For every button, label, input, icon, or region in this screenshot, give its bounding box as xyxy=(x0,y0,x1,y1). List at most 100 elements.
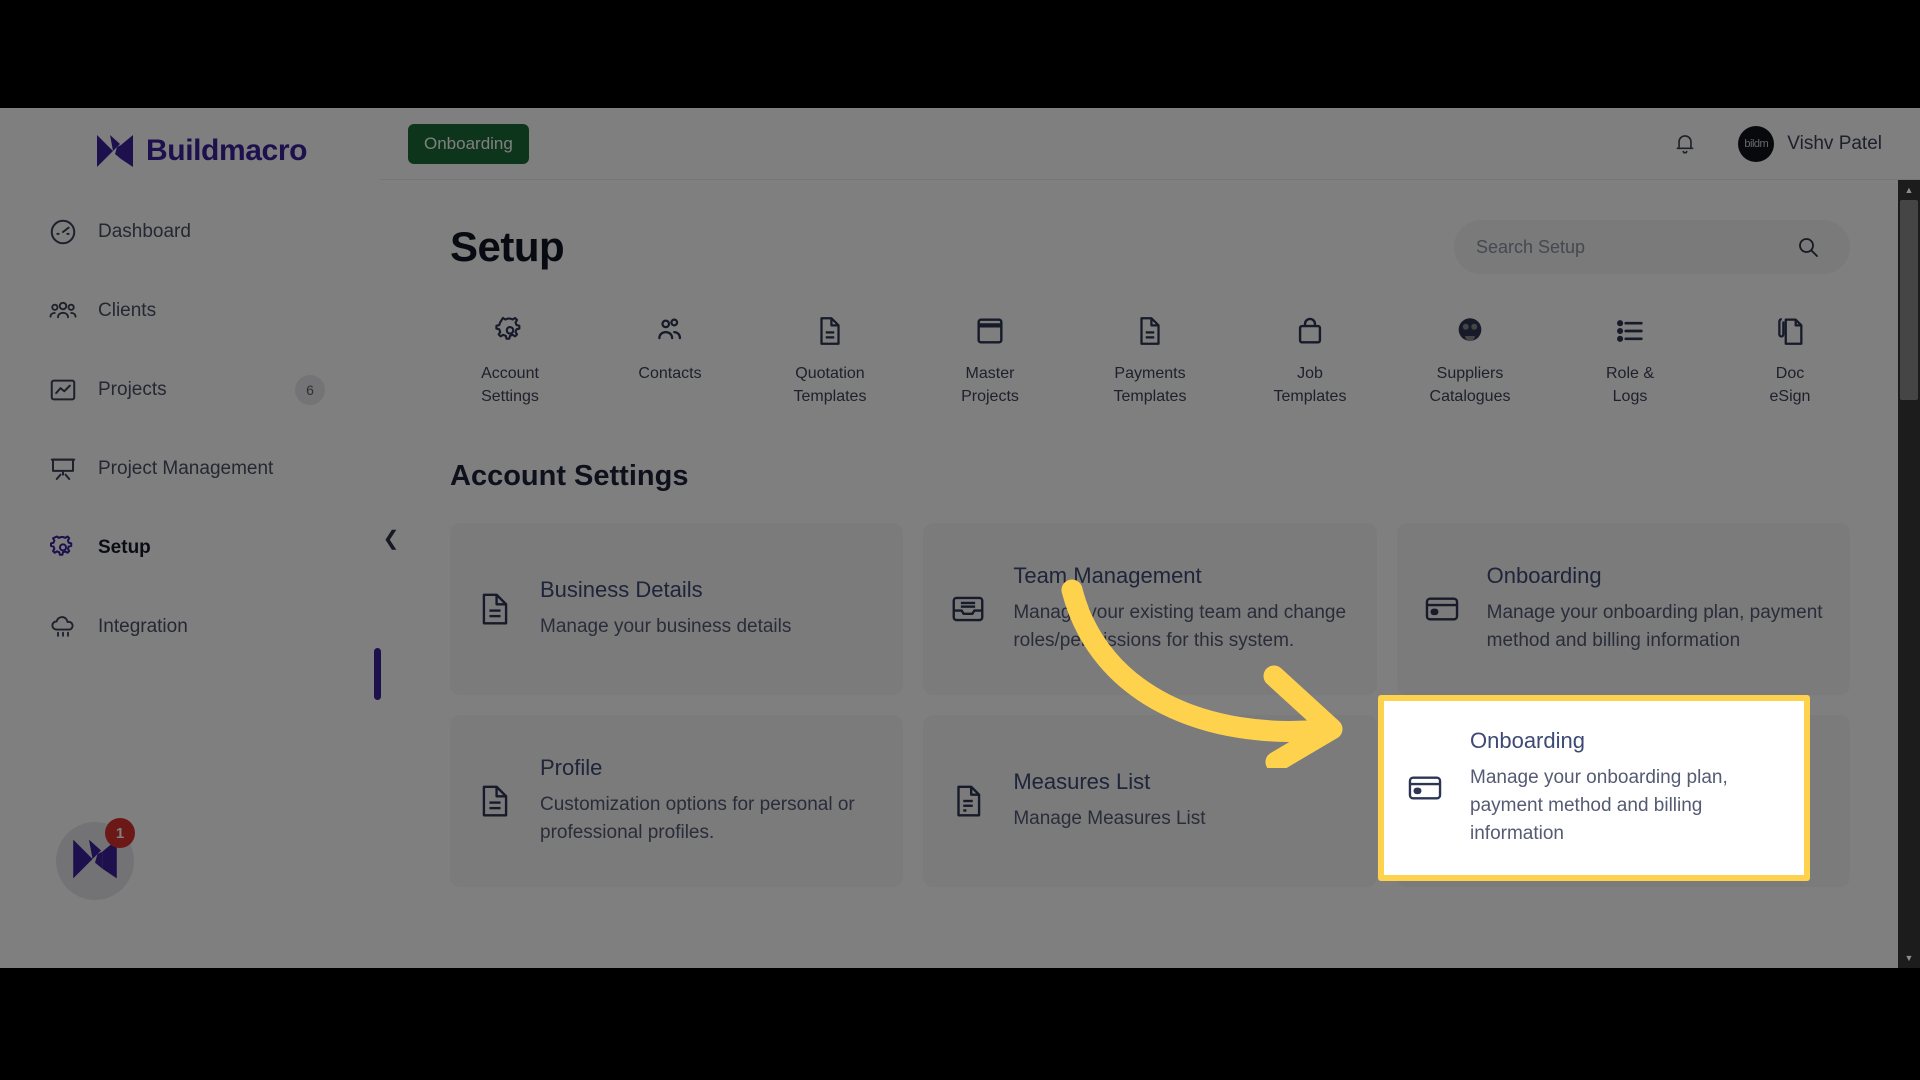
gear-icon xyxy=(493,314,527,348)
card-text: Business Details Manage your business de… xyxy=(540,577,791,641)
search-input[interactable] xyxy=(1476,236,1796,258)
section-title: Account Settings xyxy=(450,460,689,493)
card-title: Profile xyxy=(540,755,603,781)
sidebar-item-badge: 6 xyxy=(295,375,325,405)
card-description: Manage your onboarding plan, payment met… xyxy=(1470,766,1728,845)
credit-card-icon xyxy=(1423,588,1461,630)
card-text: Profile Customization options for person… xyxy=(540,755,877,847)
category-label: Payments Templates xyxy=(1113,365,1187,406)
card-description: Manage your business details xyxy=(540,616,792,638)
category-label: Master Projects xyxy=(961,365,1019,406)
category-job-templates[interactable]: Job Templates xyxy=(1254,314,1366,408)
sidebar-item-label: Project Management xyxy=(98,458,274,479)
caret-down-icon[interactable]: ▼ xyxy=(1898,948,1920,968)
sidebar: Buildmacro Dashboard Clients Projects 6 … xyxy=(0,108,380,968)
cloud-integration-icon xyxy=(48,612,78,642)
category-label: Role & Logs xyxy=(1605,365,1655,406)
card-text: Onboarding Manage your onboarding plan, … xyxy=(1470,728,1782,848)
sidebar-item-label: Projects xyxy=(98,379,167,400)
card-text: Measures List Manage Measures List xyxy=(1013,769,1205,833)
category-label: Contacts xyxy=(638,365,702,382)
suppliers-icon xyxy=(1453,314,1487,348)
sidebar-item-label: Clients xyxy=(98,300,157,321)
card-description: Manage your onboarding plan, payment met… xyxy=(1486,602,1823,652)
onboarding-chip-button[interactable]: Onboarding xyxy=(408,123,529,164)
document-lines-icon xyxy=(949,780,987,822)
category-row: Account Settings Contacts Quotation Temp… xyxy=(450,314,1850,408)
credit-card-icon xyxy=(1406,767,1444,809)
category-account-settings[interactable]: Account Settings xyxy=(454,314,566,408)
card-title: Team Management xyxy=(1013,563,1202,589)
category-label: Suppliers Catalogues xyxy=(1429,365,1511,406)
search-icon[interactable] xyxy=(1796,235,1820,259)
buildmacro-logo-icon xyxy=(96,134,134,168)
card-description: Manage Measures List xyxy=(1013,808,1206,830)
card-text: Onboarding Manage your onboarding plan, … xyxy=(1487,563,1824,655)
people-group-icon xyxy=(48,296,78,326)
category-label: Quotation Templates xyxy=(793,365,867,406)
bag-icon xyxy=(1293,314,1327,348)
speedometer-icon xyxy=(48,217,78,247)
sidebar-item-projects[interactable]: Projects 6 xyxy=(0,364,380,416)
sidebar-item-setup[interactable]: Setup xyxy=(0,522,380,574)
category-label: Doc eSign xyxy=(1769,365,1811,406)
avatar[interactable]: bildm xyxy=(1738,125,1775,162)
sidebar-nav: Dashboard Clients Projects 6 Project Man… xyxy=(0,206,380,653)
gear-icon xyxy=(48,533,78,563)
vertical-scrollbar[interactable]: ▲ ▼ xyxy=(1898,180,1920,968)
category-suppliers-catalogues[interactable]: Suppliers Catalogues xyxy=(1414,314,1526,408)
card-title: Measures List xyxy=(1013,769,1151,795)
inbox-tray-icon xyxy=(949,588,987,630)
category-master-projects[interactable]: Master Projects xyxy=(934,314,1046,408)
card-title: Business Details xyxy=(540,577,703,603)
card-onboarding[interactable]: Onboarding Manage your onboarding plan, … xyxy=(1384,701,1804,875)
scrollbar-thumb[interactable] xyxy=(1900,200,1918,400)
category-doc-esign[interactable]: Doc eSign xyxy=(1734,314,1846,408)
card-onboarding-dimmed[interactable]: Onboarding Manage your onboarding plan, … xyxy=(1396,523,1850,696)
sidebar-item-label: Integration xyxy=(98,616,188,637)
document-icon xyxy=(476,780,514,822)
card-profile[interactable]: Profile Customization options for person… xyxy=(450,715,904,888)
category-role-logs[interactable]: Role & Logs xyxy=(1574,314,1686,408)
category-label: Job Templates xyxy=(1273,365,1347,406)
card-description: Manage your existing team and change rol… xyxy=(1013,602,1347,652)
presentation-board-icon xyxy=(48,454,78,484)
floating-notification-badge: 1 xyxy=(105,818,135,848)
sidebar-collapse-button[interactable]: ❮ xyxy=(374,503,408,573)
sidebar-item-label: Dashboard xyxy=(98,221,191,242)
caret-up-icon[interactable]: ▲ xyxy=(1898,180,1920,200)
card-description: Customization options for personal or pr… xyxy=(540,794,855,844)
sidebar-item-project-management[interactable]: Project Management xyxy=(0,443,380,495)
category-quotation-templates[interactable]: Quotation Templates xyxy=(774,314,886,408)
sidebar-item-clients[interactable]: Clients xyxy=(0,285,380,337)
sidebar-item-integration[interactable]: Integration xyxy=(0,601,380,653)
category-label: Account Settings xyxy=(481,365,539,406)
sidebar-active-indicator xyxy=(374,648,381,700)
chart-box-icon xyxy=(48,375,78,405)
document-icon xyxy=(476,588,514,630)
sidebar-item-label: Setup xyxy=(98,537,151,558)
card-title: Onboarding xyxy=(1470,727,1585,753)
card-team-management[interactable]: Team Management Manage your existing tea… xyxy=(923,523,1377,696)
window-icon xyxy=(973,314,1007,348)
contacts-icon xyxy=(653,314,687,348)
card-business-details[interactable]: Business Details Manage your business de… xyxy=(450,523,904,696)
list-icon xyxy=(1613,314,1647,348)
chevron-left-icon: ❮ xyxy=(382,527,400,550)
brand-logo[interactable]: Buildmacro xyxy=(0,108,380,168)
category-contacts[interactable]: Contacts xyxy=(614,314,726,408)
page-header-row: Setup xyxy=(450,220,1850,274)
highlight-frame-onboarding: Onboarding Manage your onboarding plan, … xyxy=(1378,695,1810,881)
card-measures-list[interactable]: Measures List Manage Measures List xyxy=(923,715,1377,888)
card-title: Onboarding xyxy=(1486,563,1602,589)
document-icon xyxy=(1133,314,1167,348)
document-icon xyxy=(813,314,847,348)
search-box[interactable] xyxy=(1454,220,1850,274)
page-title: Setup xyxy=(450,223,565,270)
username-label[interactable]: Vishv Patel xyxy=(1787,133,1882,155)
card-text: Team Management Manage your existing tea… xyxy=(1013,563,1350,655)
category-payments-templates[interactable]: Payments Templates xyxy=(1094,314,1206,408)
brand-name: Buildmacro xyxy=(146,134,308,167)
sidebar-item-dashboard[interactable]: Dashboard xyxy=(0,206,380,258)
bell-icon[interactable] xyxy=(1672,129,1698,159)
